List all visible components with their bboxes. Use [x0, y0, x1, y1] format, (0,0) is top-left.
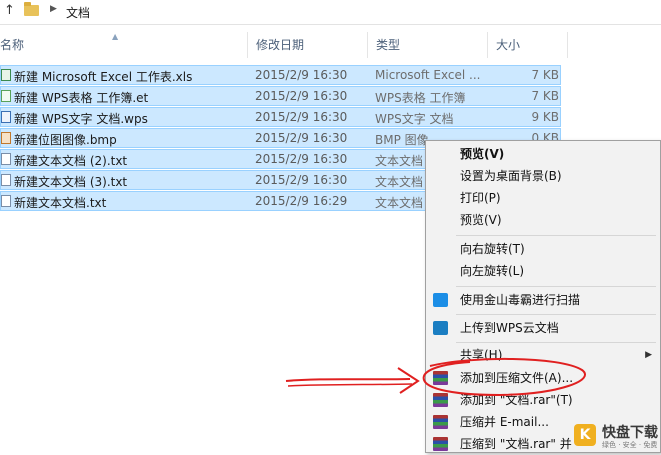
- watermark-subtitle: 绿色 · 安全 · 免费: [602, 441, 658, 449]
- annotation-arrowhead: [397, 367, 420, 394]
- annotation-arrow-shaft: [285, 378, 411, 382]
- red-annotation: [285, 357, 586, 397]
- watermark-title: 快盘下载: [602, 425, 658, 441]
- annotation-ellipse: [422, 357, 586, 397]
- kuaipan-logo-icon: K: [574, 424, 596, 446]
- annotation-arrow-shaft-2: [287, 383, 413, 387]
- watermark-logo: K 快盘下载 绿色 · 安全 · 免费: [560, 418, 661, 453]
